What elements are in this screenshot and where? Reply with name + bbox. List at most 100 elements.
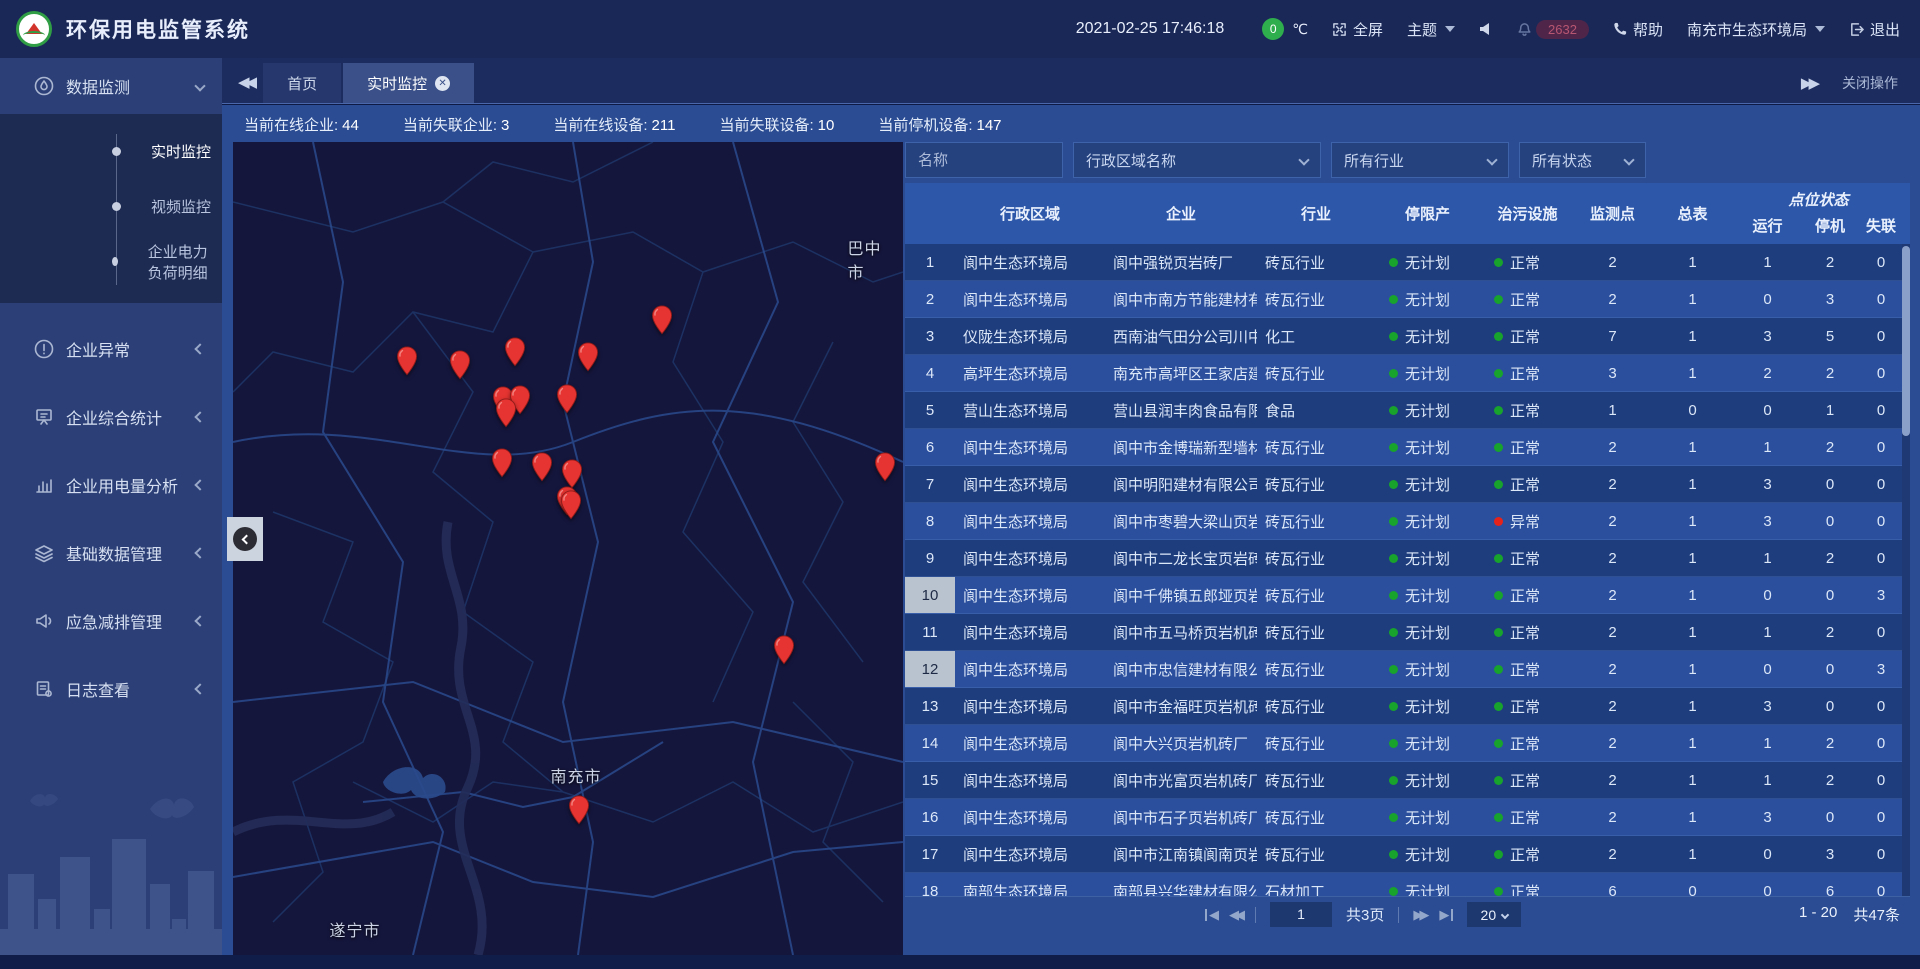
- region-filter-select[interactable]: 行政区域名称: [1073, 142, 1321, 178]
- table-row[interactable]: 5 营山生态环境局 营山县润丰肉食品有限 食品 无计划 正常 1 0 0 1 0: [905, 392, 1902, 429]
- phone-icon: [1613, 22, 1627, 36]
- map-pin[interactable]: [568, 795, 590, 825]
- cell-region: 阆中生态环境局: [955, 733, 1105, 754]
- map-pin[interactable]: [449, 350, 471, 380]
- sidebar-item-log-view[interactable]: 日志查看: [0, 655, 222, 723]
- cell-region: 阆中生态环境局: [955, 770, 1105, 791]
- table-row[interactable]: 7 阆中生态环境局 阆中明阳建材有限公司 砖瓦行业 无计划 正常 2 1 3 0…: [905, 466, 1902, 503]
- notification-area[interactable]: 2632: [1517, 20, 1589, 39]
- chevron-down-icon: [1445, 26, 1455, 32]
- scrollbar-thumb[interactable]: [1902, 246, 1910, 436]
- status-filter-select[interactable]: 所有状态: [1519, 142, 1646, 178]
- map-pin[interactable]: [396, 346, 418, 376]
- table-row[interactable]: 14 阆中生态环境局 阆中大兴页岩机砖厂 砖瓦行业 无计划 正常 2 1 1 2…: [905, 725, 1902, 762]
- page-size-select[interactable]: 20: [1467, 902, 1521, 927]
- cell-run: 3: [1735, 809, 1800, 826]
- map-pin[interactable]: [556, 384, 578, 414]
- scrollbar-track[interactable]: [1902, 244, 1910, 896]
- table-row[interactable]: 9 阆中生态环境局 阆中市二龙长宝页岩砖 砖瓦行业 无计划 正常 2 1 1 2…: [905, 540, 1902, 577]
- map-pin[interactable]: [773, 635, 795, 665]
- sidebar-item-company-statistics[interactable]: 企业综合统计: [0, 383, 222, 451]
- sidebar-item-power-analysis[interactable]: 企业用电量分析: [0, 451, 222, 519]
- logout-button[interactable]: 退出: [1849, 19, 1900, 40]
- table-row[interactable]: 2 阆中生态环境局 阆中市南方节能建材有 砖瓦行业 无计划 正常 2 1 0 3…: [905, 281, 1902, 318]
- cell-industry: 石材加工: [1257, 881, 1375, 896]
- table-row[interactable]: 18 南部生态环境局 南部县兴华建材有限公 石材加工 无计划 正常 6 0 0 …: [905, 873, 1902, 896]
- temperature-unit: ℃: [1292, 21, 1308, 38]
- bullet-icon: [112, 202, 121, 211]
- cell-monitor: 2: [1575, 254, 1650, 271]
- user-dropdown[interactable]: 南充市生态环境局: [1687, 19, 1825, 40]
- map-pin[interactable]: [491, 448, 513, 478]
- tab-home[interactable]: 首页: [263, 63, 341, 103]
- map-pin[interactable]: [561, 459, 583, 489]
- sidebar-item-realtime-monitor[interactable]: 实时监控: [0, 124, 222, 179]
- sidebar-item-video-monitor[interactable]: 视频监控: [0, 179, 222, 234]
- tab-realtime-monitor[interactable]: 实时监控 ✕: [343, 63, 474, 103]
- cell-region: 阆中生态环境局: [955, 585, 1105, 606]
- map-pin[interactable]: [651, 305, 673, 335]
- map-pin[interactable]: [874, 452, 896, 482]
- cell-company: 阆中明阳建材有限公司: [1105, 474, 1257, 495]
- sidebar-item-emergency-reduction[interactable]: 应急减排管理: [0, 587, 222, 655]
- close-operations-button[interactable]: 关闭操作: [1842, 73, 1898, 93]
- col-lost: 失联: [1860, 215, 1902, 236]
- map-pin[interactable]: [560, 490, 582, 520]
- industry-filter-select[interactable]: 所有行业: [1331, 142, 1509, 178]
- name-filter-input[interactable]: [918, 152, 1050, 169]
- map-pin[interactable]: [531, 452, 553, 482]
- table-row[interactable]: 4 高坪生态环境局 南充市高坪区王家店建 砖瓦行业 无计划 正常 3 1 2 2…: [905, 355, 1902, 392]
- divider: [1255, 907, 1256, 923]
- cell-region: 南部生态环境局: [955, 881, 1105, 896]
- sidebar-item-base-data[interactable]: 基础数据管理: [0, 519, 222, 587]
- cell-production: 无计划: [1375, 844, 1480, 865]
- table-row[interactable]: 10 阆中生态环境局 阆中千佛镇五郎垭页岩 砖瓦行业 无计划 正常 2 1 0 …: [905, 577, 1902, 614]
- page-number-input[interactable]: 1: [1270, 902, 1332, 927]
- sidebar-item-data-monitor[interactable]: 数据监测: [0, 58, 222, 114]
- tabs-scroll-left-button[interactable]: ◀◀: [238, 73, 253, 91]
- cell-index: 10: [905, 577, 955, 614]
- map-panel[interactable]: 巴中市 南充市 遂宁市: [233, 142, 903, 955]
- name-filter-field[interactable]: [905, 142, 1063, 178]
- datetime: 2021-02-25 17:46:18: [1076, 20, 1225, 38]
- cell-monitor: 2: [1575, 291, 1650, 308]
- table-row[interactable]: 11 阆中生态环境局 阆中市五马桥页岩机砖 砖瓦行业 无计划 正常 2 1 1 …: [905, 614, 1902, 651]
- fullscreen-button[interactable]: 全屏: [1332, 19, 1383, 40]
- col-production: 停限产: [1375, 203, 1480, 224]
- map-collapse-button[interactable]: [227, 517, 263, 561]
- table-row[interactable]: 13 阆中生态环境局 阆中市金福旺页岩机砖 砖瓦行业 无计划 正常 2 1 3 …: [905, 688, 1902, 725]
- tabs-scroll-right-button[interactable]: ▶▶: [1801, 74, 1816, 92]
- map-pin[interactable]: [495, 398, 517, 428]
- sidebar-item-power-load-detail[interactable]: 企业电力负荷明细: [0, 234, 222, 289]
- table-row[interactable]: 6 阆中生态环境局 阆中市金博瑞新型墙材 砖瓦行业 无计划 正常 2 1 1 2…: [905, 429, 1902, 466]
- table-row[interactable]: 3 仪陇生态环境局 西南油气田分公司川中 化工 无计划 正常 7 1 3 5 0: [905, 318, 1902, 355]
- cell-run: 3: [1735, 513, 1800, 530]
- table-row[interactable]: 12 阆中生态环境局 阆中市忠信建材有限公 砖瓦行业 无计划 正常 2 1 0 …: [905, 651, 1902, 688]
- close-icon[interactable]: ✕: [435, 76, 450, 91]
- table-row[interactable]: 17 阆中生态环境局 阆中市江南镇阆南页岩 砖瓦行业 无计划 正常 2 1 0 …: [905, 836, 1902, 873]
- cell-production: 无计划: [1375, 326, 1480, 347]
- prev-page-button[interactable]: ◀◀: [1229, 907, 1241, 923]
- last-page-button[interactable]: ▶: [1439, 907, 1453, 923]
- first-page-button[interactable]: ◀: [1205, 907, 1215, 923]
- table-row[interactable]: 1 阆中生态环境局 阆中强锐页岩砖厂 砖瓦行业 无计划 正常 2 1 1 2 0: [905, 244, 1902, 281]
- next-page-button[interactable]: ▶▶: [1413, 907, 1425, 923]
- map-pin[interactable]: [504, 337, 526, 367]
- table-row[interactable]: 15 阆中生态环境局 阆中市光富页岩机砖厂 砖瓦行业 无计划 正常 2 1 1 …: [905, 762, 1902, 799]
- table-row[interactable]: 8 阆中生态环境局 阆中市枣碧大梁山页岩 砖瓦行业 无计划 异常 2 1 3 0…: [905, 503, 1902, 540]
- mute-button[interactable]: [1479, 22, 1493, 36]
- cell-stop: 3: [1800, 291, 1860, 308]
- map-pin[interactable]: [577, 342, 599, 372]
- cell-industry: 砖瓦行业: [1257, 437, 1375, 458]
- megaphone-icon: [34, 611, 54, 631]
- cell-run: 2: [1735, 365, 1800, 382]
- cell-region: 阆中生态环境局: [955, 511, 1105, 532]
- table-row[interactable]: 16 阆中生态环境局 阆中市石子页岩机砖厂 砖瓦行业 无计划 正常 2 1 3 …: [905, 799, 1902, 836]
- cell-stop: 0: [1800, 661, 1860, 678]
- theme-dropdown[interactable]: 主题: [1407, 19, 1455, 40]
- sidebar-item-company-abnormal[interactable]: 企业异常: [0, 315, 222, 383]
- cell-industry: 砖瓦行业: [1257, 363, 1375, 384]
- sidebar-submenu: 实时监控 视频监控 企业电力负荷明细: [0, 114, 222, 303]
- help-button[interactable]: 帮助: [1613, 19, 1663, 40]
- skyline-decoration: [0, 779, 222, 969]
